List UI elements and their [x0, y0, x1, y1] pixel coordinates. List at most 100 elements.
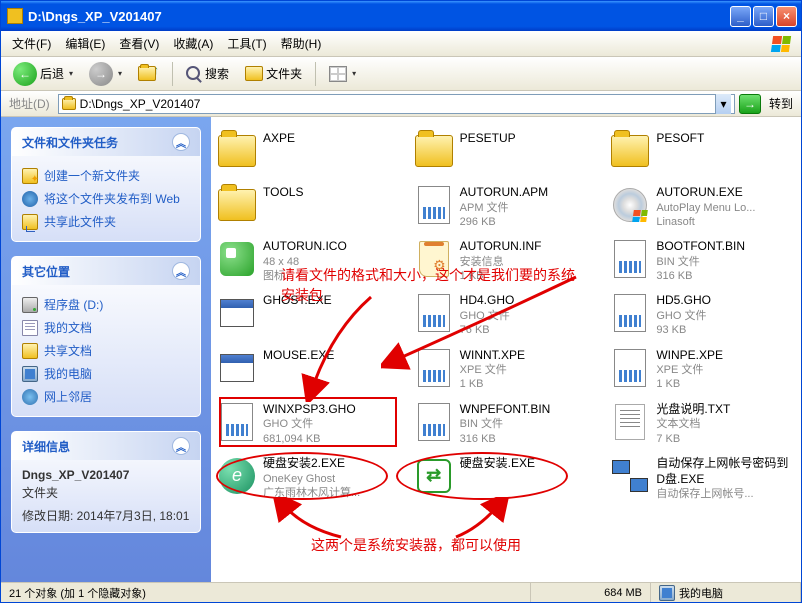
file-name: HD5.GHO [656, 293, 711, 309]
up-button[interactable]: ↑ [132, 62, 165, 85]
file-meta: Linasoft [656, 215, 755, 229]
details-header[interactable]: 详细信息 ︽ [12, 432, 200, 460]
menu-view[interactable]: 查看(V) [112, 32, 166, 55]
file-item[interactable]: WNPEFONT.BINBIN 文件316 KB [412, 398, 601, 450]
menu-tools[interactable]: 工具(T) [220, 32, 273, 55]
file-item[interactable]: WINPE.XPEXPE 文件1 KB [608, 344, 797, 396]
detail-modified: 修改日期: 2014年7月3日, 18:01 [22, 507, 190, 524]
tasks-header[interactable]: 文件和文件夹任务 ︽ [12, 128, 200, 156]
place-documents[interactable]: 我的文档 [22, 316, 190, 339]
collapse-icon[interactable]: ︽ [172, 133, 190, 151]
menu-edit[interactable]: 编辑(E) [58, 32, 112, 55]
menu-help[interactable]: 帮助(H) [274, 32, 329, 55]
folders-icon [245, 66, 263, 81]
drive-icon [22, 297, 38, 313]
task-share[interactable]: 共享此文件夹 [22, 210, 190, 233]
file-meta: GHO 文件 [460, 309, 515, 323]
close-button[interactable]: × [776, 6, 797, 27]
back-button[interactable]: ← 后退 ▾ [7, 58, 79, 90]
file-name: AUTORUN.INF [460, 239, 542, 255]
annotation-ellipse-1 [216, 452, 388, 500]
titlebar[interactable]: D:\Dngs_XP_V201407 _ □ × [1, 1, 801, 31]
folders-label: 文件夹 [266, 65, 302, 82]
file-item[interactable]: PESETUP [412, 127, 601, 179]
chevron-down-icon: ▾ [352, 69, 356, 78]
file-icon [414, 185, 454, 225]
file-name: 自动保存上网帐号密码到D盘.EXE [656, 456, 795, 487]
folders-button[interactable]: 文件夹 [239, 61, 308, 86]
address-dropdown[interactable]: ▾ [715, 94, 731, 114]
file-item[interactable]: AUTORUN.EXEAutoPlay Menu Lo...Linasoft [608, 181, 797, 233]
file-name: AUTORUN.ICO [263, 239, 347, 255]
maximize-button[interactable]: □ [753, 6, 774, 27]
file-name: BOOTFONT.BIN [656, 239, 745, 255]
collapse-icon[interactable]: ︽ [172, 437, 190, 455]
go-button[interactable]: → [739, 94, 761, 114]
file-item[interactable]: HD5.GHOGHO 文件93 KB [608, 289, 797, 341]
go-label: 转到 [765, 95, 797, 112]
menu-favorites[interactable]: 收藏(A) [166, 32, 220, 55]
file-name: AUTORUN.APM [460, 185, 548, 201]
file-meta: 文本文档 [656, 417, 730, 431]
details-title: 详细信息 [22, 438, 70, 455]
forward-button[interactable]: → ▾ [83, 58, 128, 90]
file-item[interactable]: TOOLS [215, 181, 404, 233]
file-name: MOUSE.EXE [263, 348, 334, 364]
file-name: AXPE [263, 131, 295, 147]
place-drive[interactable]: 程序盘 (D:) [22, 293, 190, 316]
separator [172, 62, 173, 86]
file-icon [217, 185, 257, 225]
file-item[interactable]: AXPE [215, 127, 404, 179]
task-publish[interactable]: 将这个文件夹发布到 Web [22, 187, 190, 210]
file-item[interactable]: PESOFT [608, 127, 797, 179]
separator [315, 62, 316, 86]
file-item[interactable]: AUTORUN.APMAPM 文件296 KB [412, 181, 601, 233]
windows-logo-icon [765, 33, 797, 55]
other-title: 其它位置 [22, 263, 70, 280]
file-meta: 1 KB [656, 377, 723, 391]
file-icon [610, 239, 650, 279]
search-label: 搜索 [205, 65, 229, 82]
share-icon [22, 214, 38, 230]
minimize-button[interactable]: _ [730, 6, 751, 27]
file-item[interactable]: BOOTFONT.BINBIN 文件316 KB [608, 235, 797, 287]
other-header[interactable]: 其它位置 ︽ [12, 257, 200, 285]
file-icon [217, 239, 257, 279]
toolbar: ← 后退 ▾ → ▾ ↑ 搜索 文件夹 ▾ [1, 57, 801, 91]
collapse-icon[interactable]: ︽ [172, 262, 190, 280]
views-button[interactable]: ▾ [323, 62, 362, 86]
file-icon [610, 131, 650, 171]
statusbar: 21 个对象 (加 1 个隐藏对象) 684 MB 我的电脑 [1, 582, 801, 602]
menu-file[interactable]: 文件(F) [5, 32, 58, 55]
chevron-down-icon: ▾ [69, 69, 73, 78]
sidebar: 文件和文件夹任务 ︽ 创建一个新文件夹 将这个文件夹发布到 Web 共享此文件夹… [1, 117, 211, 582]
file-item[interactable]: 光盘说明.TXT文本文档7 KB [608, 398, 797, 450]
place-network[interactable]: 网上邻居 [22, 385, 190, 408]
views-icon [329, 66, 347, 82]
folder-icon [62, 98, 76, 110]
file-meta: AutoPlay Menu Lo... [656, 201, 755, 215]
tasks-title: 文件和文件夹任务 [22, 134, 118, 151]
place-shared[interactable]: 共享文档 [22, 339, 190, 362]
file-meta: BIN 文件 [656, 255, 745, 269]
file-item[interactable]: WINNT.XPEXPE 文件1 KB [412, 344, 601, 396]
file-name: PESOFT [656, 131, 704, 147]
address-input[interactable]: D:\Dngs_XP_V201407 ▾ [58, 94, 735, 114]
file-item[interactable]: MOUSE.EXE [215, 344, 404, 396]
computer-icon [659, 585, 675, 601]
search-icon [186, 66, 202, 82]
place-computer[interactable]: 我的电脑 [22, 362, 190, 385]
file-meta: 76 KB [460, 323, 515, 337]
file-meta: 7 KB [656, 432, 730, 446]
file-name: WINNT.XPE [460, 348, 525, 364]
address-path: D:\Dngs_XP_V201407 [80, 97, 711, 111]
file-icon [610, 348, 650, 388]
detail-type: 文件夹 [22, 484, 190, 501]
file-item[interactable]: 自动保存上网帐号密码到D盘.EXE自动保存上网帐号... [608, 452, 797, 505]
status-objects: 21 个对象 (加 1 个隐藏对象) [1, 583, 531, 602]
task-new-folder[interactable]: 创建一个新文件夹 [22, 164, 190, 187]
file-name: WNPEFONT.BIN [460, 402, 551, 418]
computer-icon [22, 366, 38, 382]
search-button[interactable]: 搜索 [180, 61, 235, 86]
file-list[interactable]: AXPE PESETUP PESOFT TOOLSAUTORUN.APMAPM 文件2… [211, 117, 801, 582]
